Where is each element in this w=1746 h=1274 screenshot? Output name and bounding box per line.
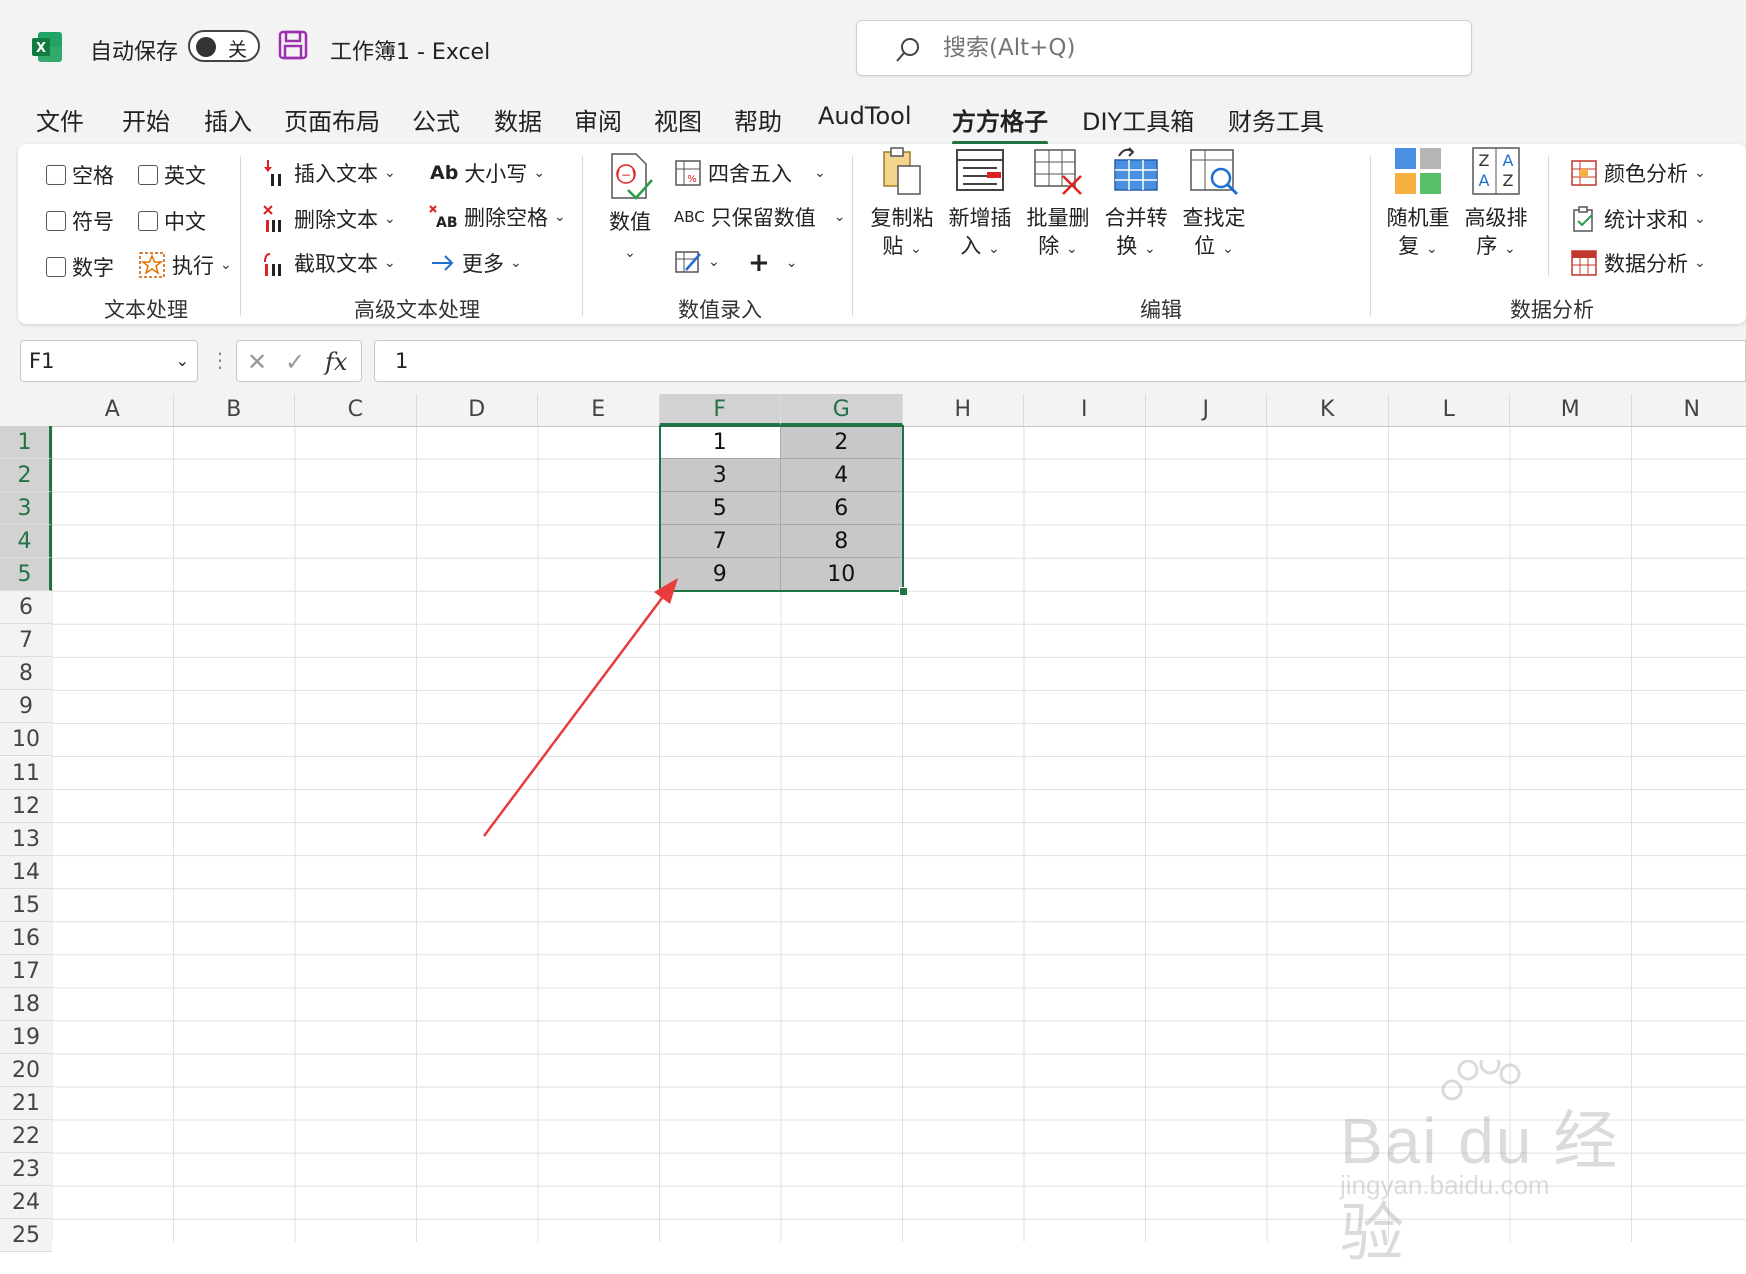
excel-window: X 自动保存 关 工作簿1 - Excel 文件 开始 插入 页面布局 公式 数… <box>0 0 1746 1242</box>
watermark-url: jingyan.baidu.com <box>1340 1170 1550 1201</box>
annotation-arrow <box>0 0 1746 1242</box>
arrow-shaft <box>484 590 668 836</box>
baidu-watermark: Bai du 经验 jingyan.baidu.com <box>1340 1060 1670 1200</box>
arrow-head <box>654 578 678 604</box>
